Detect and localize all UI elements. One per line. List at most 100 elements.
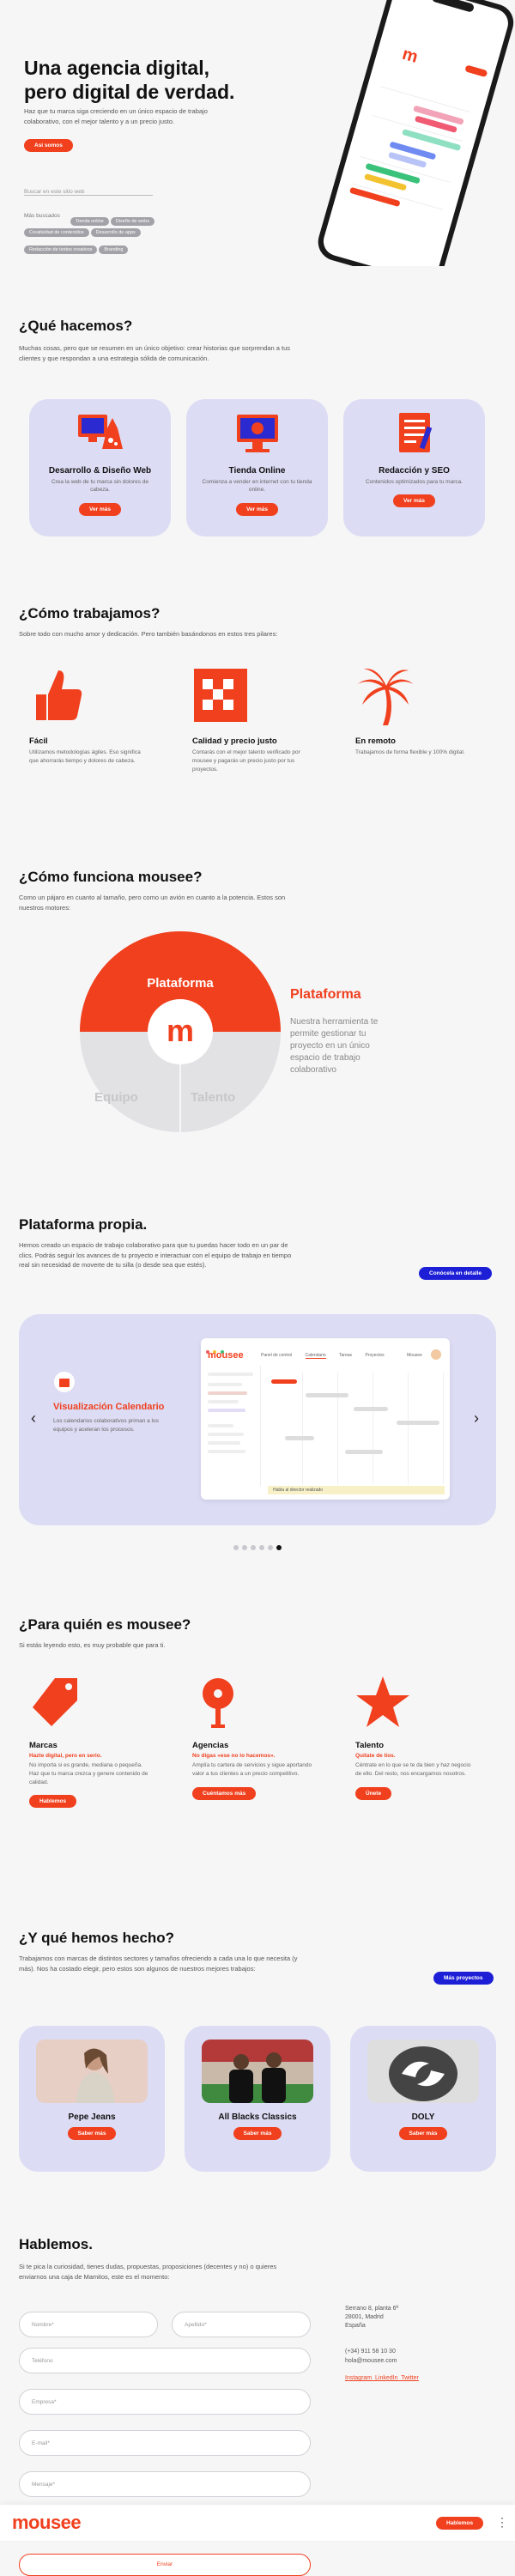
popular-chips-2: Creatividad de contenidos Desarrollo de a… [24,222,170,257]
thumbs-up-icon [36,670,82,720]
submit-label: Enviar [156,2561,173,2567]
projects-title: ¿Y qué hemos hecho? [19,1930,175,1946]
project-card[interactable]: Pepe Jeans Saber más [19,2026,165,2172]
search-suggestion-chip[interactable]: Branding [99,245,129,254]
audience-section: ¿Para quién es mousee? Si estás leyendo … [0,1616,515,1874]
platform-cta-button[interactable]: Conócela en detalle [419,1267,493,1280]
segment-label-team: Equipo [94,1090,138,1105]
bottom-bar: mousee Hablemos ⋮ [0,2505,515,2541]
carousel-dot[interactable] [268,1545,273,1550]
hero-title: Una agencia digital, pero digital de ver… [24,57,235,103]
audience-button[interactable]: Cuéntamos más [192,1786,257,1800]
carousel-dot[interactable] [233,1545,239,1550]
service-card[interactable]: Tienda Online Comienza a vender en inter… [186,399,328,536]
platform-desc: Hemos creado un espacio de trabajo colab… [19,1241,292,1270]
footer-cta-button[interactable]: Hablemos [436,2517,484,2530]
address-line: 28001, Madrid [345,2314,384,2321]
carousel-dot[interactable] [251,1545,256,1550]
online-store-icon [236,415,278,452]
platform-prev-icon[interactable]: ‹ [31,1410,36,1426]
project-card-title: All Blacks Classics [218,2112,297,2122]
search-suggestion-chip[interactable]: Creatividad de contenidos [24,228,89,237]
audience-item-desc: Amplía tu cartera de servicios y sigue a… [192,1762,312,1777]
audience-item: Agencias No digas «ese no lo hacemos». A… [192,1675,312,1800]
service-card-button[interactable]: Ver más [79,502,121,516]
carousel-dot[interactable] [242,1545,247,1550]
audience-title-item: Talento [355,1741,385,1750]
how-we-work-desc: Sobre todo con mucho amor y dedicación. … [19,630,278,638]
app-tab: Calendario [305,1353,326,1359]
more-projects-button[interactable]: Más proyectos [433,1972,494,1985]
search-input[interactable]: Buscar en este sitio web [24,182,153,196]
how-we-work-title: ¿Cómo trabajamos? [19,605,161,621]
audience-title-item: Agencias [192,1741,229,1750]
social-links[interactable]: Instagram LinkedIn Twitter [345,2375,419,2381]
address-line: Serrano 8, planta 6ª [345,2306,399,2312]
project-card[interactable]: DOLY Saber más [350,2026,496,2172]
footer-logo[interactable]: mousee [12,2512,82,2534]
services-desc: Muchas cosas, pero que se resumen en un … [19,344,291,362]
star-icon [356,1676,409,1727]
project-card-title: DOLY [411,2112,435,2122]
hero-cta-button[interactable]: Así somos [24,139,73,152]
carousel-dot[interactable] [259,1545,264,1550]
app-tab: Tareas [339,1353,353,1358]
service-card[interactable]: Redacción y SEO Contenidos optimizados p… [343,399,485,536]
app-tab: Proyectos [365,1353,385,1358]
audience-button[interactable]: Únete [355,1786,392,1800]
pillar-desc: Contarás con el mejor talento verificado… [192,749,300,773]
contact-email[interactable]: hola@mousee.com [345,2357,397,2366]
project-card[interactable]: All Blacks Classics Saber más [185,2026,330,2172]
carousel-dot[interactable] [276,1545,282,1550]
popular-label: Más buscados [24,213,60,219]
contact-phone[interactable]: (+34) 911 58 10 30 [345,2348,396,2356]
contact-address: Serrano 8, planta 6ª 28001, Madrid Españ… [345,2305,398,2331]
app-user-name: Mousee [407,1353,422,1358]
pillar-desc: Utilizamos metodologías ágiles. Eso sign… [29,749,141,764]
motor-side-title: Plataforma [290,987,361,1002]
audience-desc: Si estás leyendo esto, es muy probable q… [19,1641,166,1649]
platform-next-icon[interactable]: › [474,1410,479,1426]
menu-icon[interactable]: ⋮ [496,2515,508,2530]
company-field[interactable]: Empresa* [19,2389,311,2415]
platform-section: Plataforma propia. Hemos creado un espac… [0,1216,515,1568]
projects-desc: Trabajamos con marcas de distintos secto… [19,1955,298,1973]
slide-title: Visualización Calendario [53,1402,165,1412]
submit-button[interactable]: Enviar [19,2554,311,2576]
doly-photo [367,2040,479,2103]
motor-side-desc: Nuestra herramienta te permite gestionar… [290,1017,379,1075]
pillar-title: Calidad y precio justo [192,736,277,746]
app-tab: Panel de control [261,1353,293,1358]
calendar-badge-icon [54,1372,75,1392]
hero-section: Una agencia digital, pero digital de ver… [0,0,515,266]
audience-subtitle: Quítate de líos. [355,1753,396,1759]
all-blacks-photo [202,2040,313,2103]
project-card-button[interactable]: Saber más [398,2127,448,2140]
how-we-work-section: ¿Cómo trabajamos? Sobre todo con mucho a… [0,605,515,820]
services-section: ¿Qué hacemos? Muchas cosas, pero que se … [0,318,515,567]
service-card-desc: Crea la web de tu marca sin dolores de c… [51,479,149,494]
last-name-field[interactable]: Apellido* [172,2312,311,2337]
first-name-field[interactable]: Nombre* [19,2312,158,2337]
search-suggestion-chip[interactable]: Desarrollo de apps [90,228,141,237]
email-field[interactable]: E-mail* [19,2430,311,2456]
audience-title: ¿Para quién es mousee? [19,1616,191,1633]
segment-label-platform: Plataforma [147,976,214,991]
address-line: España [345,2323,366,2330]
pillar-title: En remoto [355,736,396,746]
project-card-button[interactable]: Saber más [67,2127,117,2140]
app-screenshot: mousee Panel de control Calendario Tarea… [201,1338,450,1500]
service-card-button[interactable]: Ver más [236,502,278,516]
service-card[interactable]: Desarrollo & Diseño Web Crea la web de t… [29,399,171,536]
pillar-title: Fácil [29,736,48,746]
message-field[interactable]: Mensaje* [19,2471,311,2497]
carousel-dots [0,1539,515,1555]
service-card-button[interactable]: Ver más [393,494,435,508]
phone-field[interactable]: Teléfono [19,2348,311,2373]
search-suggestion-chip[interactable]: Redacción de textos creativos [24,245,98,254]
project-card-button[interactable]: Saber más [233,2127,282,2140]
audience-item-desc: Céntrate en lo que se te da bien y haz n… [355,1762,471,1777]
audience-button[interactable]: Hablemos [29,1795,77,1809]
service-card-desc: Contenidos optimizados para tu marca. [365,479,464,485]
checkered-flag-icon [194,669,247,722]
